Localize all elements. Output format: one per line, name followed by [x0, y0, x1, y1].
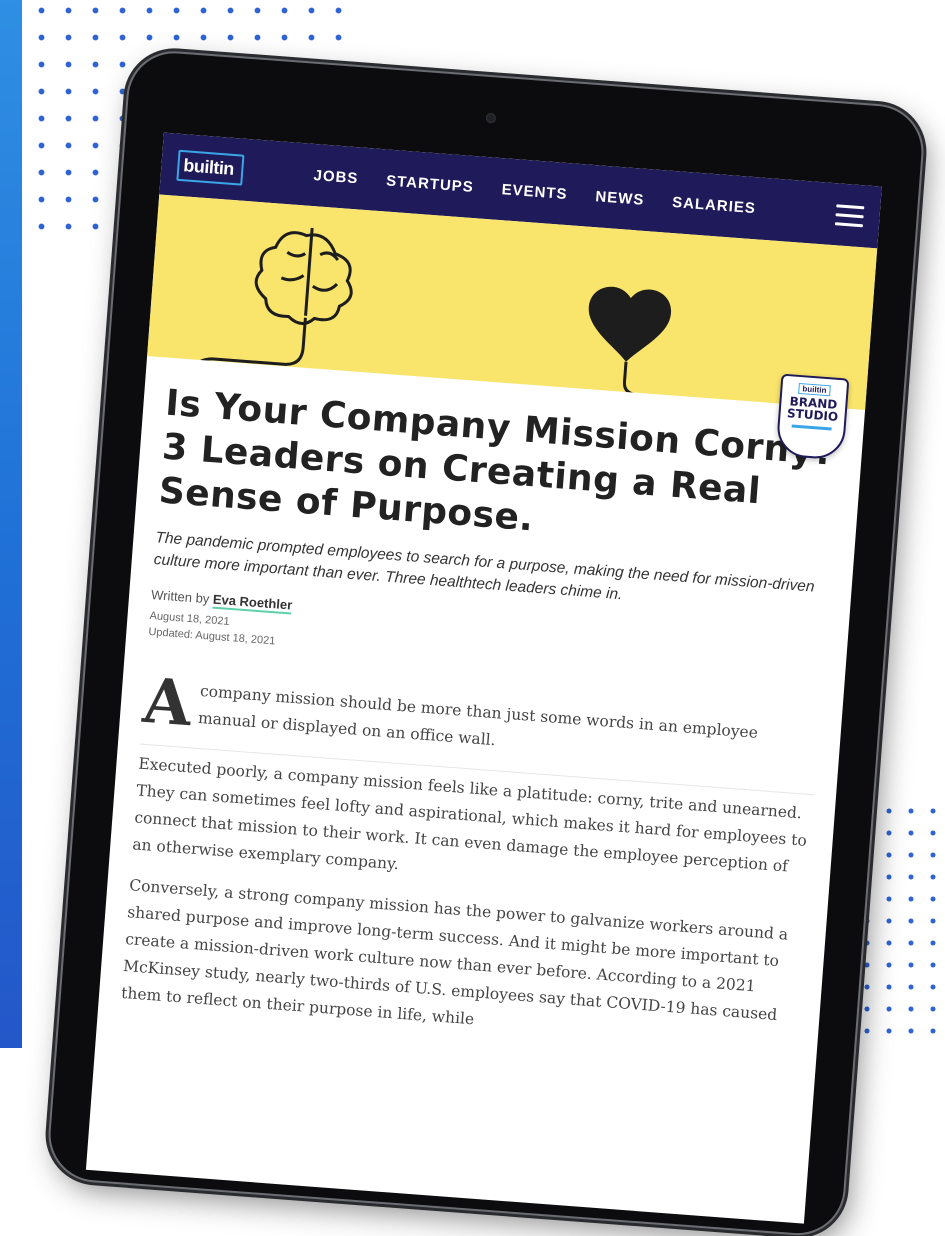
tablet-device: builtin JOBS STARTUPS EVENTS NEWS SALARI…: [47, 50, 925, 1236]
brand-studio-badge: builtin BRAND STUDIO: [775, 373, 850, 461]
lead-text: company mission should be more than just…: [197, 681, 759, 750]
heart-icon: [588, 286, 671, 362]
nav-link-startups[interactable]: STARTUPS: [386, 172, 475, 196]
author-link[interactable]: Eva Roethler: [212, 591, 293, 615]
left-accent-band: [0, 0, 22, 1048]
drop-cap: A: [140, 663, 194, 741]
builtin-logo[interactable]: builtin: [176, 149, 245, 186]
brain-icon: [254, 227, 353, 325]
badge-line-2: STUDIO: [786, 406, 839, 424]
menu-icon[interactable]: [834, 203, 865, 227]
article-body: A company mission should be more than ju…: [120, 664, 820, 1058]
written-by-label: Written by: [150, 586, 210, 607]
nav-link-jobs[interactable]: JOBS: [313, 166, 359, 186]
nav-link-salaries[interactable]: SALARIES: [672, 193, 757, 216]
nav-links: JOBS STARTUPS EVENTS NEWS SALARIES: [313, 166, 756, 216]
camera-icon: [485, 112, 497, 124]
tablet-screen: builtin JOBS STARTUPS EVENTS NEWS SALARI…: [85, 132, 882, 1224]
nav-link-news[interactable]: NEWS: [595, 188, 645, 209]
article-content: Is Your Company Mission Corny? 3 Leaders…: [98, 356, 865, 1059]
nav-link-events[interactable]: EVENTS: [501, 181, 568, 203]
badge-underline: [791, 424, 832, 431]
